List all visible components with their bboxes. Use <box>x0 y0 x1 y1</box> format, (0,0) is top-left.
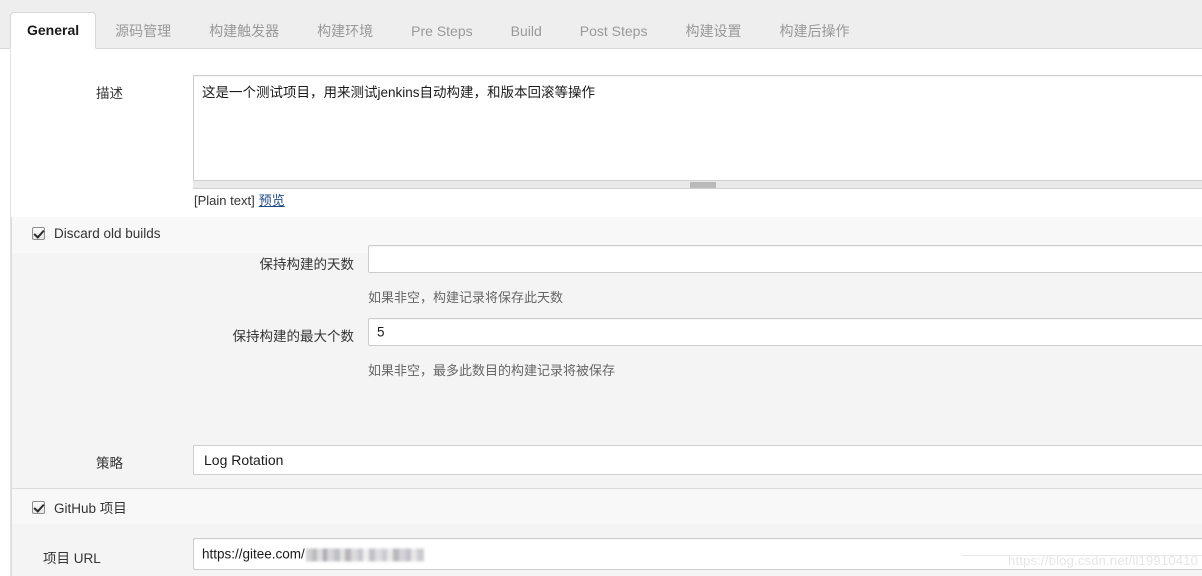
tab-post-steps[interactable]: Post Steps <box>561 12 667 48</box>
days-to-keep-hint: 如果非空，构建记录将保存此天数 <box>368 290 564 305</box>
section-rail <box>11 253 12 488</box>
description-textarea[interactable]: 这是一个测试项目，用来测试jenkins自动构建，和版本回滚等操作 <box>193 75 1202 183</box>
github-project-checkbox-row[interactable]: GitHub 项目 <box>32 497 127 517</box>
discard-old-builds-body: 策略 Log Rotation 保持构建的天数 如果非空，构建记录将保存此天数 … <box>11 245 1202 488</box>
strategy-label: 策略 <box>96 456 123 471</box>
project-url-label: 项目 URL <box>43 551 101 566</box>
tab-build-env[interactable]: 构建环境 <box>298 12 392 48</box>
section-divider <box>11 488 1202 489</box>
discard-old-builds-checkbox-row[interactable]: Discard old builds <box>32 226 161 241</box>
section-rail <box>11 524 12 576</box>
section-rail <box>11 488 12 524</box>
config-tab-bar: General 源码管理 构建触发器 构建环境 Pre Steps Build … <box>0 0 1202 49</box>
tab-pre-steps[interactable]: Pre Steps <box>392 12 491 48</box>
strategy-select-value: Log Rotation <box>204 452 284 468</box>
grip-lines-icon <box>690 182 716 187</box>
tab-general[interactable]: General <box>10 12 97 49</box>
tab-post-build[interactable]: 构建后操作 <box>760 12 868 48</box>
discard-old-builds-checkbox[interactable] <box>32 227 45 240</box>
github-project-body: 项目 URL https://gitee.com/ <box>11 524 1202 576</box>
csdn-watermark: https://blog.csdn.net/ll19910410 <box>1008 553 1198 568</box>
github-project-label: GitHub 项目 <box>54 501 127 516</box>
max-builds-value: 5 <box>377 324 385 340</box>
days-to-keep-input[interactable] <box>368 245 1202 273</box>
max-builds-hint: 如果非空，最多此数目的构建记录将被保存 <box>368 363 616 378</box>
discard-old-builds-label: Discard old builds <box>54 226 161 241</box>
section-rail <box>11 217 12 253</box>
github-project-checkbox[interactable] <box>32 500 45 514</box>
project-url-redacted-block <box>305 548 424 562</box>
tab-build[interactable]: Build <box>492 12 561 48</box>
project-url-value: https://gitee.com/ <box>202 547 424 562</box>
description-textarea-value: 这是一个测试项目，用来测试jenkins自动构建，和版本回滚等操作 <box>202 85 596 100</box>
markup-type-label: [Plain text] <box>194 193 255 208</box>
tab-build-settings[interactable]: 构建设置 <box>666 12 760 48</box>
max-builds-label: 保持构建的最大个数 <box>232 329 355 344</box>
days-to-keep-label: 保持构建的天数 <box>259 257 355 272</box>
strategy-select[interactable]: Log Rotation <box>193 445 1202 475</box>
tab-scm[interactable]: 源码管理 <box>96 12 190 48</box>
description-preview-link[interactable]: 预览 <box>259 193 285 208</box>
description-label: 描述 <box>96 86 123 101</box>
config-form: 描述 这是一个测试项目，用来测试jenkins自动构建，和版本回滚等操作 [Pl… <box>0 49 1202 576</box>
description-markup-line: [Plain text] 预览 <box>194 190 285 209</box>
github-project-header: GitHub 项目 <box>11 488 1202 524</box>
max-builds-input[interactable]: 5 <box>368 318 1202 346</box>
description-section: 描述 这是一个测试项目，用来测试jenkins自动构建，和版本回滚等操作 [Pl… <box>11 49 1202 217</box>
description-resize-grip[interactable] <box>193 180 1202 189</box>
project-url-text: https://gitee.com/ <box>202 546 305 562</box>
tab-list: General 源码管理 构建触发器 构建环境 Pre Steps Build … <box>10 0 868 49</box>
tab-build-triggers[interactable]: 构建触发器 <box>190 12 298 48</box>
